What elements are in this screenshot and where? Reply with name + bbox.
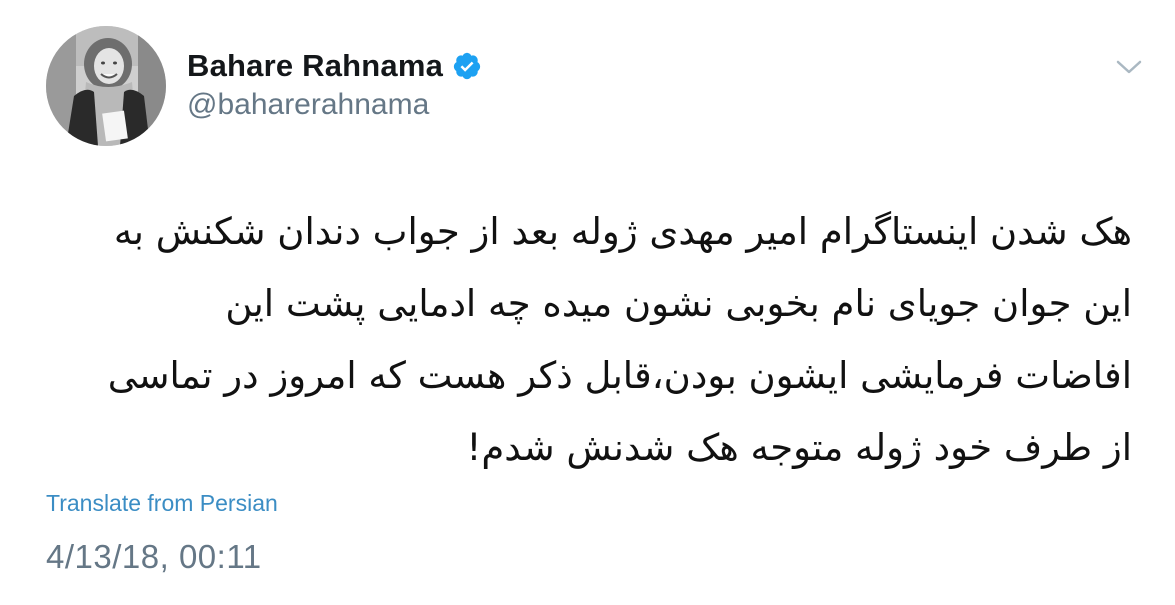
author-row: Bahare Rahnama <box>187 46 482 86</box>
tweet-text-line: این جوان جویای نام بخوبی نشون میده چه اد… <box>225 282 1132 325</box>
tweet-text-line: از طرف خود ژوله متوجه هک شدنش شدم! <box>466 426 1133 469</box>
avatar[interactable] <box>46 26 166 146</box>
chevron-down-icon[interactable] <box>1114 56 1144 78</box>
tweet-card: Bahare Rahnama @baharerahnama هک شدن این… <box>0 0 1175 605</box>
handle[interactable]: @baharerahnama <box>187 88 429 122</box>
tweet-text-line: هک شدن اینستاگرام امیر مهدی ژوله بعد از … <box>113 210 1132 253</box>
verified-badge-icon <box>452 51 482 81</box>
timestamp[interactable]: 4/13/18, 00:11 <box>46 538 262 576</box>
tweet-text: هک شدن اینستاگرام امیر مهدی ژوله بعد از … <box>40 196 1132 484</box>
translate-link[interactable]: Translate from Persian <box>46 490 278 517</box>
tweet-text-line: افاضات فرمایشی ایشون بودن،قابل ذکر هست ک… <box>107 354 1132 397</box>
avatar-photo <box>46 26 166 146</box>
display-name[interactable]: Bahare Rahnama <box>187 48 443 84</box>
